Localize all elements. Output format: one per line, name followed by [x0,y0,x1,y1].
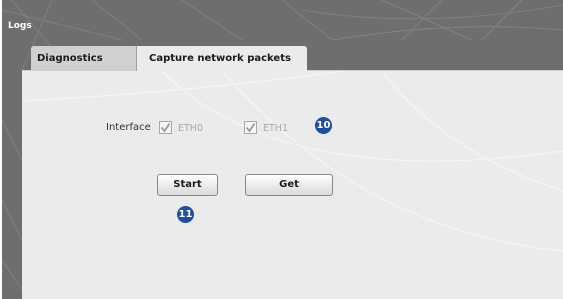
callout-marker-10: 10 [315,117,332,134]
eth0-checkbox[interactable] [159,121,172,134]
start-button[interactable]: Start [157,174,218,196]
eth1-label: ETH1 [263,123,288,134]
tab-capture-network-packets[interactable]: Capture network packets [137,46,307,71]
interface-label: Interface [106,122,151,133]
callout-marker-11: 11 [177,206,194,223]
get-button[interactable]: Get [245,174,333,196]
eth0-label: ETH0 [178,123,203,134]
logs-window: Logs Diagnostics Capture network packets [2,0,563,299]
checkmark-icon [245,123,256,133]
eth1-checkbox[interactable] [244,121,257,134]
tab-diagnostics[interactable]: Diagnostics [31,46,137,71]
window-title: Logs [8,21,32,31]
checkmark-icon [160,123,171,133]
